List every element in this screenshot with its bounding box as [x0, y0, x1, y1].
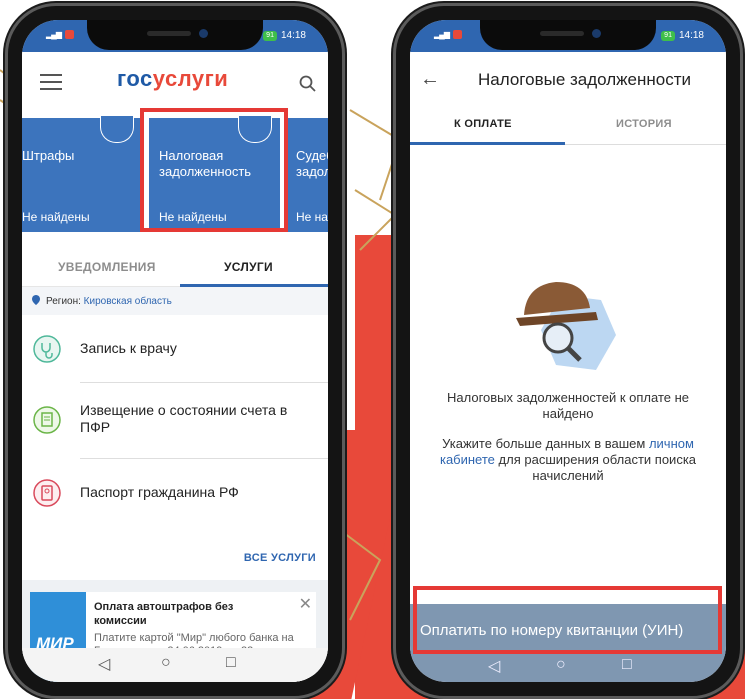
region-value: Кировская область [83, 296, 172, 307]
passport-icon [33, 479, 61, 507]
clock: 14:18 [678, 30, 704, 41]
promo-title: Оплата автоштрафов без комиссии [94, 601, 234, 627]
notch [480, 20, 656, 50]
hint-post: для расширения области поиска начислений [498, 452, 697, 483]
highlight-box [140, 108, 288, 232]
back-arrow-icon[interactable]: ← [420, 68, 440, 91]
hint-pre: Укажите больше данных в вашем [442, 436, 646, 451]
search-icon[interactable] [298, 74, 318, 94]
close-icon[interactable]: ✕ [299, 594, 312, 614]
notification-icon [452, 30, 462, 39]
region-label: Регион: [46, 296, 81, 307]
service-item[interactable]: Извещение о состоянии счета в ПФР [22, 383, 328, 459]
recents-nav-icon[interactable]: □ [226, 654, 236, 672]
service-label: Паспорт гражданина РФ [80, 484, 239, 500]
app-bar: ← Налоговые задолженности [410, 52, 726, 106]
detective-illustration [516, 282, 616, 370]
system-navbar: ◁ ○ □ [410, 652, 726, 682]
home-nav-icon[interactable]: ○ [556, 656, 566, 674]
card-fines[interactable]: Штрафы Не найдены [22, 116, 142, 232]
card-status: Не най [296, 210, 328, 224]
back-nav-icon[interactable]: ◁ [98, 654, 110, 674]
service-label: Запись к врачу [80, 340, 177, 356]
tab-history[interactable]: ИСТОРИЯ [616, 118, 672, 130]
all-services-link[interactable]: ВСЕ УСЛУГИ [244, 552, 316, 564]
region-bar[interactable]: Регион: Кировская область [22, 287, 328, 315]
battery-icon: 91 [661, 30, 675, 41]
home-nav-icon[interactable]: ○ [161, 654, 171, 672]
service-label: Извещение о состоянии счета в ПФР [80, 402, 288, 435]
page-title: Налоговые задолженности [478, 70, 692, 89]
pension-icon [33, 406, 61, 434]
tab-bar: К ОПЛАТЕ ИСТОРИЯ [410, 106, 726, 145]
empty-message: Налоговых задолженностей к оплате не най… [446, 390, 690, 421]
card-court-debt[interactable]: Судеб задол Не най [286, 118, 328, 232]
tab-notifications[interactable]: УВЕДОМЛЕНИЯ [58, 260, 156, 274]
notch [87, 20, 263, 50]
signal-icon: ▂▄▆ [46, 30, 62, 39]
signal-icon: ▂▄▆ [434, 30, 450, 39]
tab-services[interactable]: УСЛУГИ [224, 260, 273, 274]
notification-icon [64, 30, 74, 39]
card-title: Штрафы [22, 148, 75, 163]
highlight-box [413, 586, 722, 654]
recents-nav-icon[interactable]: □ [622, 656, 632, 674]
battery-icon: 91 [263, 30, 277, 41]
service-item[interactable]: Запись к врачу [22, 315, 328, 383]
hint-text: Укажите больше данных в вашем личном каб… [418, 436, 718, 484]
menu-icon[interactable] [40, 74, 62, 90]
tab-indicator [410, 142, 565, 145]
tab-to-pay[interactable]: К ОПЛАТЕ [454, 118, 512, 130]
stethoscope-icon [33, 335, 61, 363]
clock: 14:18 [280, 30, 306, 41]
card-status: Не найдены [22, 210, 90, 224]
tab-bar: УВЕДОМЛЕНИЯ УСЛУГИ [22, 246, 328, 287]
back-nav-icon[interactable]: ◁ [488, 656, 500, 676]
system-navbar: ◁ ○ □ [22, 648, 328, 682]
screen-tax-debts: ▂▄▆ 91 14:18 ← Налоговые задолженности К … [410, 20, 726, 682]
document-icon [100, 116, 134, 143]
card-title: Судеб задол [296, 148, 328, 179]
service-item[interactable]: Паспорт гражданина РФ [22, 459, 328, 527]
location-pin-icon [32, 295, 40, 305]
gosuslugi-logo: госуслуги [117, 66, 229, 91]
